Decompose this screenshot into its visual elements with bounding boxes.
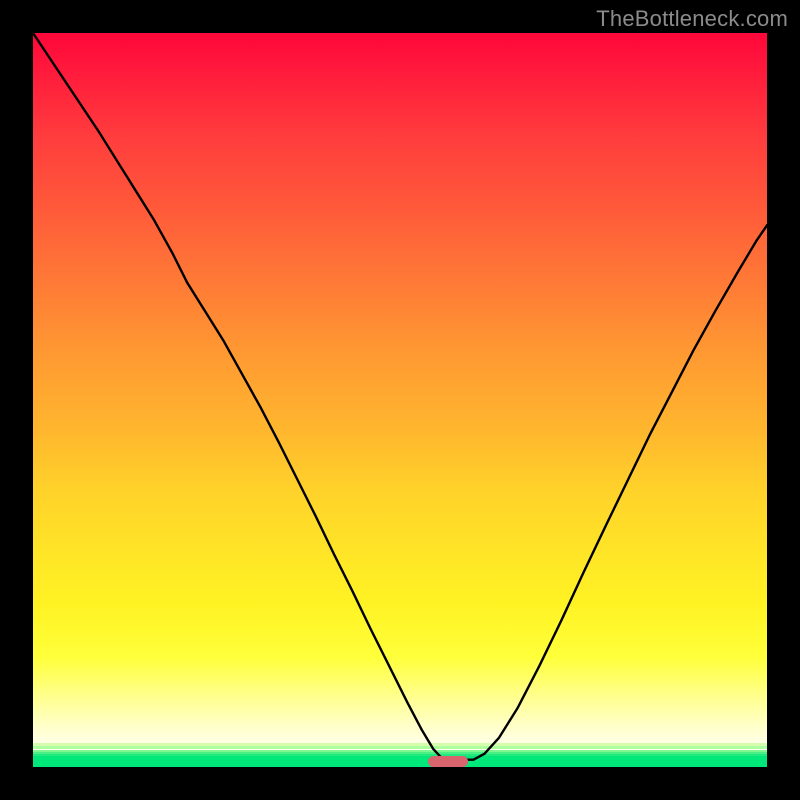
bottleneck-curve	[33, 33, 767, 767]
watermark-text: TheBottleneck.com	[596, 6, 788, 32]
optimal-marker	[428, 756, 468, 767]
plot-area	[33, 33, 767, 767]
chart-frame: TheBottleneck.com	[0, 0, 800, 800]
